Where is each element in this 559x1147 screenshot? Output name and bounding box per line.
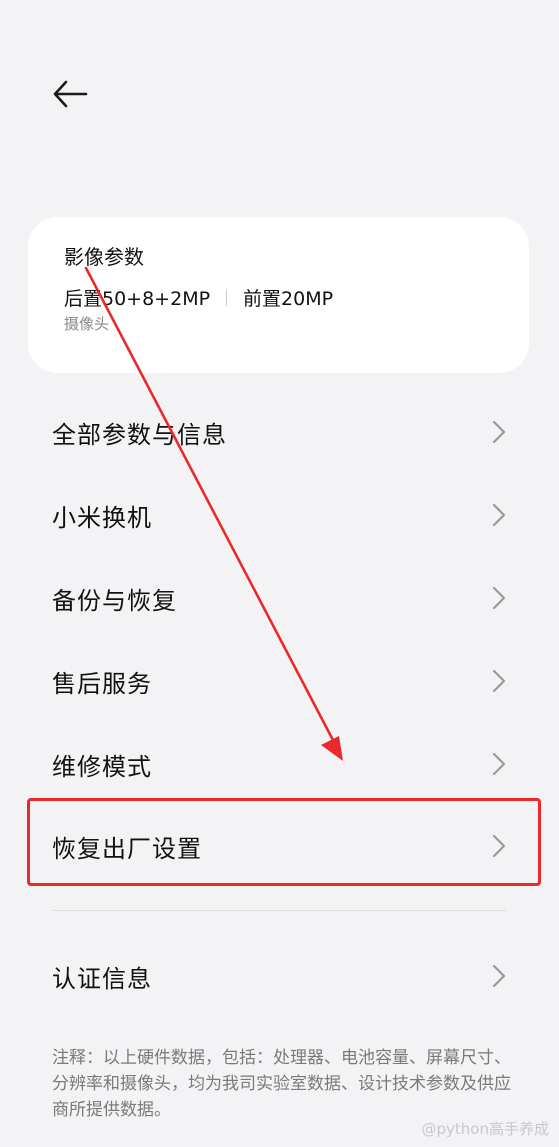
card-title: 影像参数 — [64, 245, 144, 269]
back-button[interactable] — [46, 72, 94, 116]
back-arrow-icon — [53, 80, 88, 108]
menu-item-repair-mode[interactable]: 维修模式 — [28, 724, 529, 804]
chevron-right-icon — [492, 834, 506, 858]
chevron-right-icon — [492, 586, 506, 610]
menu-item-factory-reset[interactable]: 恢复出厂设置 — [28, 806, 529, 886]
menu-item-label: 维修模式 — [52, 752, 152, 781]
menu-item-backup-restore[interactable]: 备份与恢复 — [28, 558, 529, 638]
menu-item-label: 恢复出厂设置 — [52, 834, 202, 863]
chevron-right-icon — [492, 503, 506, 527]
front-camera-spec: 前置20MP — [243, 288, 334, 310]
hardware-note: 注释：以上硬件数据，包括：处理器、电池容量、屏幕尺寸、分辨率和摄像头，均为我司实… — [52, 1048, 511, 1120]
menu-item-label: 认证信息 — [52, 964, 152, 993]
section-divider — [52, 910, 506, 911]
menu-item-label: 备份与恢复 — [52, 586, 177, 615]
menu-item-all-params[interactable]: 全部参数与信息 — [28, 392, 529, 472]
card-subtitle: 摄像头 — [64, 315, 110, 333]
rear-camera-spec: 后置50+8+2MP — [64, 288, 211, 310]
chevron-right-icon — [492, 964, 506, 988]
camera-params-card: 影像参数 后置50+8+2MP 前置20MP 摄像头 — [28, 217, 529, 373]
menu-item-certification[interactable]: 认证信息 — [28, 936, 529, 1016]
spec-separator — [226, 289, 228, 306]
watermark-text: @python高手养成 — [421, 1120, 549, 1138]
watermark: @python高手养成 — [422, 1118, 549, 1139]
menu-item-label: 全部参数与信息 — [52, 420, 227, 449]
camera-spec-row: 后置50+8+2MP 前置20MP — [64, 284, 333, 311]
chevron-right-icon — [492, 420, 506, 444]
chevron-right-icon — [492, 752, 506, 776]
menu-item-label: 售后服务 — [52, 669, 152, 698]
menu-item-label: 小米换机 — [52, 503, 152, 532]
menu-item-mi-mover[interactable]: 小米换机 — [28, 475, 529, 555]
chevron-right-icon — [492, 669, 506, 693]
menu-item-after-sales[interactable]: 售后服务 — [28, 641, 529, 721]
